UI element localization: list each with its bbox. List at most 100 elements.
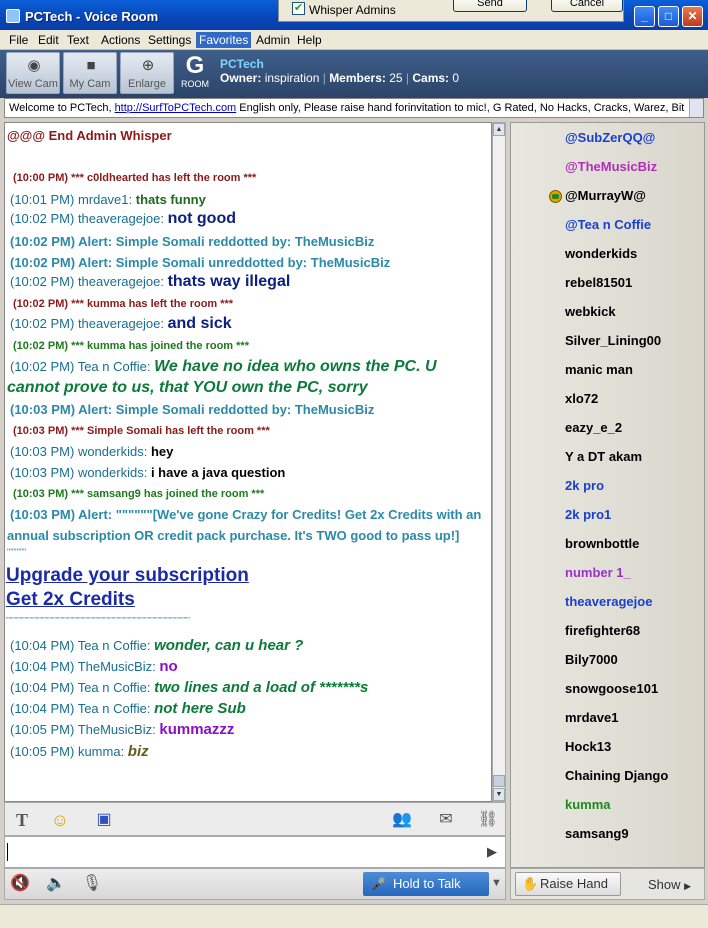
minimize-button[interactable]: _	[634, 6, 655, 27]
welcome-link[interactable]: http://SurfToPCTech.com	[115, 102, 237, 114]
menu-bar: File Edit Text Actions Settings Favorite…	[0, 30, 708, 50]
mail-icon[interactable]: ✉	[433, 807, 459, 833]
chat-message: (10:00 PM) *** c0ldhearted has left the …	[13, 172, 256, 184]
scroll-thumb[interactable]	[493, 775, 505, 787]
message-text: and sick	[167, 315, 232, 332]
user-list-item[interactable]: @SubZerQQ@	[565, 130, 655, 145]
hold-to-talk-label: Hold to Talk	[393, 876, 461, 891]
send-button[interactable]: Send	[453, 0, 527, 12]
message-text: kummazzz	[159, 721, 235, 738]
menu-edit[interactable]: Edit	[35, 32, 62, 48]
user-list-item[interactable]: manic man	[565, 362, 633, 377]
microphone-icon[interactable]: 🎙	[79, 871, 105, 897]
room-info: PCTech Owner: inspiration | Members: 25 …	[220, 57, 459, 85]
user-list-item[interactable]: brownbottle	[565, 536, 639, 551]
welcome-scroll[interactable]	[689, 99, 703, 117]
message-text: thats way illegal	[167, 273, 291, 290]
cancel-button[interactable]: Cancel	[551, 0, 623, 12]
view-cam-button[interactable]: ◉ View Cam	[6, 52, 60, 94]
message-text: not here Sub	[154, 700, 246, 717]
menu-admin[interactable]: Admin	[253, 32, 293, 48]
user-list-item[interactable]: Bily7000	[565, 652, 618, 667]
emoticon-icon[interactable]: ☺	[47, 807, 73, 833]
message-time: (10:01 PM)	[10, 192, 75, 207]
menu-actions[interactable]: Actions	[98, 32, 143, 48]
talk-options-dropdown[interactable]: ▼	[491, 877, 502, 889]
message-text: @@@ End Admin Whisper	[7, 128, 172, 143]
user-list-item[interactable]: 2k pro1	[565, 507, 611, 522]
user-list-item[interactable]: number 1_	[565, 565, 631, 580]
user-list-item[interactable]: xlo72	[565, 391, 598, 406]
message-nick: mrdave1:	[77, 192, 133, 207]
text-format-icon[interactable]: T	[9, 807, 35, 833]
user-list-item[interactable]: theaveragejoe	[565, 594, 652, 609]
message-text: Alert: Simple Somali unreddotted by: The…	[78, 255, 391, 270]
user-list-item[interactable]: Hock13	[565, 739, 611, 754]
view-cam-label: View Cam	[8, 78, 58, 90]
maximize-button[interactable]: □	[658, 6, 679, 27]
menu-text[interactable]: Text	[64, 32, 92, 48]
user-list-item[interactable]: @TheMusicBiz	[565, 159, 657, 174]
chat-message: (10:02 PM) *** kumma has joined the room…	[13, 340, 249, 352]
user-list-item[interactable]: samsang9	[565, 826, 629, 841]
enlarge-button[interactable]: ⊕ Enlarge	[120, 52, 174, 94]
message-nick: wonderkids:	[77, 444, 148, 459]
users-icon[interactable]: 👥	[389, 807, 415, 833]
menu-settings[interactable]: Settings	[145, 32, 194, 48]
user-list-item[interactable]: snowgoose101	[565, 681, 658, 696]
chat-scrollbar[interactable]: ▲ ▼	[492, 122, 506, 802]
user-list-item[interactable]: rebel81501	[565, 275, 632, 290]
rating-label: ROOM	[181, 79, 209, 89]
get-credits-link[interactable]: Get 2x Credits	[6, 589, 135, 611]
message-time: (10:03 PM)	[10, 402, 76, 417]
message-text: no	[159, 658, 178, 675]
scroll-down-icon[interactable]: ▼	[493, 788, 505, 801]
user-list-item[interactable]: kumma	[565, 797, 611, 812]
message-nick: kumma:	[77, 744, 125, 759]
whisper-admins-checkbox[interactable]: ✔	[292, 2, 305, 15]
user-list-item[interactable]: Y a DT akam	[565, 449, 642, 464]
user-list-item[interactable]: eazy_e_2	[565, 420, 622, 435]
message-time: (10:02 PM)	[10, 255, 76, 270]
hold-to-talk-button[interactable]: 🎤 Hold to Talk	[363, 872, 489, 896]
user-list-item[interactable]: Silver_Lining00	[565, 333, 661, 348]
menu-favorites[interactable]: Favorites	[196, 32, 252, 48]
send-arrow-icon[interactable]: ▶	[487, 844, 497, 860]
scroll-up-icon[interactable]: ▲	[493, 123, 505, 136]
user-list-item[interactable]: firefighter68	[565, 623, 640, 638]
message-time: (10:04 PM)	[10, 659, 75, 674]
message-nick: TheMusicBiz:	[77, 659, 156, 674]
user-list-item[interactable]: @Tea n Coffie	[565, 217, 651, 232]
cams-value: 0	[452, 71, 460, 85]
message-text: *** samsang9 has joined the room ***	[71, 488, 265, 500]
user-list-item[interactable]: Chaining Django	[565, 768, 668, 783]
speaker-icon[interactable]: 🔈	[43, 871, 69, 897]
close-button[interactable]: ✕	[682, 6, 703, 27]
user-list-item[interactable]: webkick	[565, 304, 616, 319]
message-nick: theaveragejoe:	[77, 211, 164, 226]
user-list-item[interactable]: wonderkids	[565, 246, 637, 261]
chat-message-continuation: cannot prove to us, that YOU own the PC,…	[7, 379, 368, 396]
toolbar: ◉ View Cam ■ My Cam ⊕ Enlarge G ROOM PCT…	[0, 50, 708, 98]
welcome-banner: Welcome to PCTech, http://SurfToPCTech.c…	[4, 98, 704, 118]
user-list-item[interactable]: mrdave1	[565, 710, 618, 725]
chat-message: (10:05 PM) kumma: biz	[10, 743, 149, 760]
my-cam-button[interactable]: ■ My Cam	[63, 52, 117, 94]
user-list-item[interactable]: @MurrayW@	[565, 188, 646, 203]
enlarge-label: Enlarge	[128, 78, 166, 90]
show-button[interactable]: Show ▶	[648, 877, 691, 892]
message-input[interactable]: ▶	[4, 836, 506, 868]
whisper-admins-label: Whisper Admins	[309, 3, 396, 17]
room-stats: Owner: inspiration | Members: 25 | Cams:…	[220, 71, 459, 85]
user-list-item[interactable]: 2k pro	[565, 478, 604, 493]
link-icon[interactable]: ⛓	[475, 807, 501, 833]
message-text: *** c0ldhearted has left the room ***	[71, 172, 257, 184]
message-time: (10:04 PM)	[10, 680, 75, 695]
gift-icon[interactable]: ▣	[91, 807, 117, 833]
menu-help[interactable]: Help	[294, 32, 325, 48]
mute-speaker-icon[interactable]: 🔇	[7, 871, 33, 897]
menu-file[interactable]: File	[6, 32, 31, 48]
upgrade-subscription-link[interactable]: Upgrade your subscription	[6, 565, 249, 587]
eye-icon: ◉	[27, 57, 41, 74]
raise-hand-button[interactable]: ✋ Raise Hand	[515, 872, 621, 896]
